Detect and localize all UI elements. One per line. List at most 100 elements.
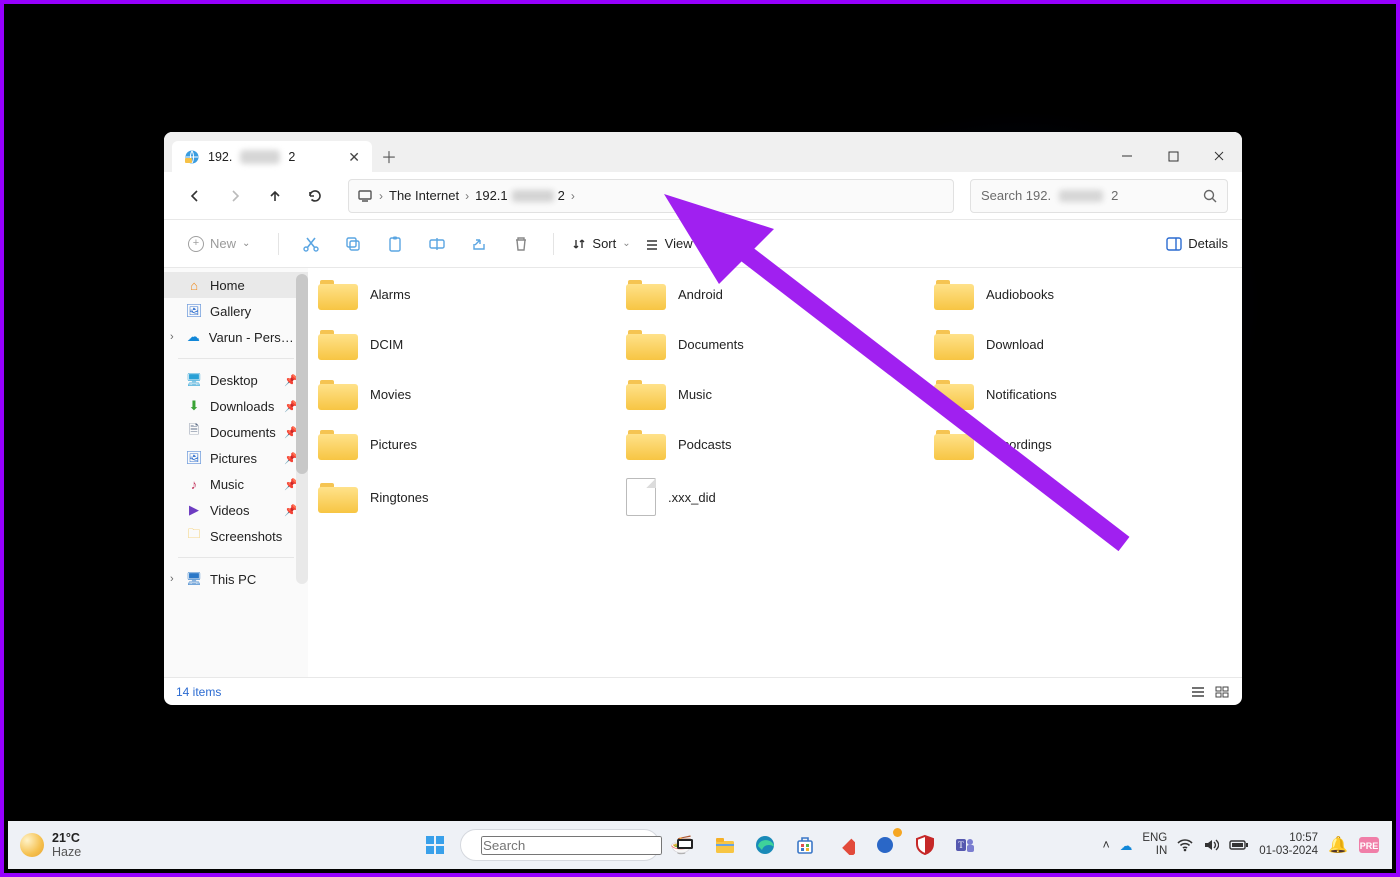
sidebar-item-downloads[interactable]: ⬇ Downloads 📌 xyxy=(164,393,308,419)
search-box[interactable]: Search 192. 2 xyxy=(970,179,1228,213)
up-button[interactable] xyxy=(258,179,292,213)
copilot-icon[interactable]: PRE xyxy=(1358,836,1380,854)
sort-button[interactable]: Sort ⌄ xyxy=(572,236,630,251)
sidebar-item-videos[interactable]: ▶ Videos 📌 xyxy=(164,497,308,523)
folder-icon xyxy=(318,328,358,360)
separator xyxy=(178,557,294,558)
copy-icon[interactable] xyxy=(339,230,367,258)
rename-icon[interactable] xyxy=(423,230,451,258)
close-tab-button[interactable]: ✕ xyxy=(348,149,360,166)
tab-current[interactable]: 192. 2 ✕ xyxy=(172,141,372,173)
clock[interactable]: 10:5701-03-2024 xyxy=(1259,832,1318,857)
sidebar-item-onedrive[interactable]: › ☁ Varun - Personal xyxy=(164,324,308,350)
details-pane-button[interactable]: Details xyxy=(1166,236,1228,251)
file-icon xyxy=(626,478,656,516)
folder-name: Documents xyxy=(678,337,744,352)
delete-icon[interactable] xyxy=(507,230,535,258)
forward-button[interactable] xyxy=(218,179,252,213)
file-explorer-taskbar-icon[interactable] xyxy=(710,830,740,860)
view-button[interactable]: View ⌄ xyxy=(645,236,707,251)
details-view-icon[interactable] xyxy=(1190,685,1206,699)
folder-item[interactable]: Music xyxy=(626,378,924,410)
folder-item[interactable]: Android xyxy=(626,278,924,310)
expand-icon[interactable]: › xyxy=(170,331,174,343)
start-button[interactable] xyxy=(420,830,450,860)
tray-chevron-up-icon[interactable]: ˄ xyxy=(1103,838,1110,852)
paste-icon[interactable] xyxy=(381,230,409,258)
sidebar-item-music[interactable]: ♪ Music 📌 xyxy=(164,471,308,497)
folder-item[interactable]: Podcasts xyxy=(626,428,924,460)
back-button[interactable] xyxy=(178,179,212,213)
sidebar-label: Pictures xyxy=(210,451,257,466)
sidebar-label: Documents xyxy=(210,425,276,440)
folder-item[interactable]: Download xyxy=(934,328,1232,360)
taskbar-search-input[interactable] xyxy=(481,836,662,855)
weather-temp: 21°C xyxy=(52,831,81,845)
sidebar-item-documents[interactable]: 🗎 Documents 📌 xyxy=(164,419,308,445)
sidebar-scrollbar[interactable] xyxy=(296,274,308,584)
folder-item[interactable]: Recordings xyxy=(934,428,1232,460)
folder-item[interactable]: Documents xyxy=(626,328,924,360)
status-bar: 14 items xyxy=(164,677,1242,705)
share-icon[interactable] xyxy=(465,230,493,258)
folder-icon xyxy=(626,428,666,460)
taskbar-search[interactable]: 🍜 xyxy=(460,829,660,861)
ms-store-icon[interactable] xyxy=(790,830,820,860)
refresh-button[interactable] xyxy=(298,179,332,213)
volume-icon[interactable] xyxy=(1203,838,1219,852)
folder-name: Pictures xyxy=(370,437,417,452)
folder-item[interactable]: Ringtones xyxy=(318,478,616,516)
sidebar-item-thispc[interactable]: › 🖥 This PC xyxy=(164,566,308,592)
app-icon-globe[interactable] xyxy=(870,830,900,860)
command-bar: + New ⌄ Sort ⌄ View ⌄ Details xyxy=(164,220,1242,268)
cut-icon[interactable] xyxy=(297,230,325,258)
search-placeholder-suffix: 2 xyxy=(1111,188,1118,203)
notifications-icon[interactable]: 🔔 xyxy=(1328,835,1348,855)
app-icon-diamond[interactable] xyxy=(830,830,860,860)
close-window-button[interactable] xyxy=(1196,140,1242,172)
separator xyxy=(553,233,554,255)
desktop-icon: 🖥 xyxy=(186,372,202,388)
folder-name: Android xyxy=(678,287,723,302)
sidebar-item-screenshots[interactable]: 🗀 Screenshots xyxy=(164,523,308,549)
folder-item[interactable]: Alarms xyxy=(318,278,616,310)
folder-item[interactable]: DCIM xyxy=(318,328,616,360)
expand-icon[interactable]: › xyxy=(170,573,174,585)
client-area: ⌂ Home 🖼 Gallery › ☁ Varun - Personal 🖥 … xyxy=(164,268,1242,677)
onedrive-tray-icon[interactable]: ☁ xyxy=(1120,838,1133,853)
folder-item[interactable]: Movies xyxy=(318,378,616,410)
sidebar-item-pictures[interactable]: 🖼 Pictures 📌 xyxy=(164,445,308,471)
folder-name: Alarms xyxy=(370,287,410,302)
language-indicator[interactable]: ENGIN xyxy=(1142,832,1167,857)
folder-name: Recordings xyxy=(986,437,1052,452)
minimize-button[interactable] xyxy=(1104,140,1150,172)
breadcrumb-root[interactable]: The Internet xyxy=(389,188,459,203)
folder-name: Music xyxy=(678,387,712,402)
sidebar-label: Music xyxy=(210,477,244,492)
edge-icon[interactable] xyxy=(750,830,780,860)
new-tab-button[interactable]: ＋ xyxy=(372,140,406,172)
sidebar-item-desktop[interactable]: 🖥 Desktop 📌 xyxy=(164,367,308,393)
maximize-button[interactable] xyxy=(1150,140,1196,172)
tab-title-prefix: 192. xyxy=(208,150,232,164)
folder-item[interactable]: Notifications xyxy=(934,378,1232,410)
mcafee-icon[interactable] xyxy=(910,830,940,860)
teams-icon[interactable]: T xyxy=(950,830,980,860)
task-view-button[interactable] xyxy=(670,830,700,860)
folder-icon xyxy=(318,278,358,310)
sidebar-item-gallery[interactable]: 🖼 Gallery xyxy=(164,298,308,324)
new-button[interactable]: + New ⌄ xyxy=(178,232,260,256)
folder-item[interactable]: Pictures xyxy=(318,428,616,460)
folder-item[interactable]: Audiobooks xyxy=(934,278,1232,310)
battery-icon[interactable] xyxy=(1229,839,1249,851)
sidebar-item-home[interactable]: ⌂ Home xyxy=(164,272,308,298)
file-item[interactable]: .xxx_did xyxy=(626,478,924,516)
wifi-icon[interactable] xyxy=(1177,838,1193,852)
large-icons-view-icon[interactable] xyxy=(1214,685,1230,699)
folder-icon: 🗀 xyxy=(186,528,202,544)
folder-icon xyxy=(318,378,358,410)
breadcrumb-ip[interactable]: 192.1 2 xyxy=(475,188,565,203)
sidebar-label: Varun - Personal xyxy=(209,330,298,345)
address-bar[interactable]: › The Internet › 192.1 2 › xyxy=(348,179,954,213)
taskbar-weather[interactable]: 21°C Haze xyxy=(8,831,81,859)
